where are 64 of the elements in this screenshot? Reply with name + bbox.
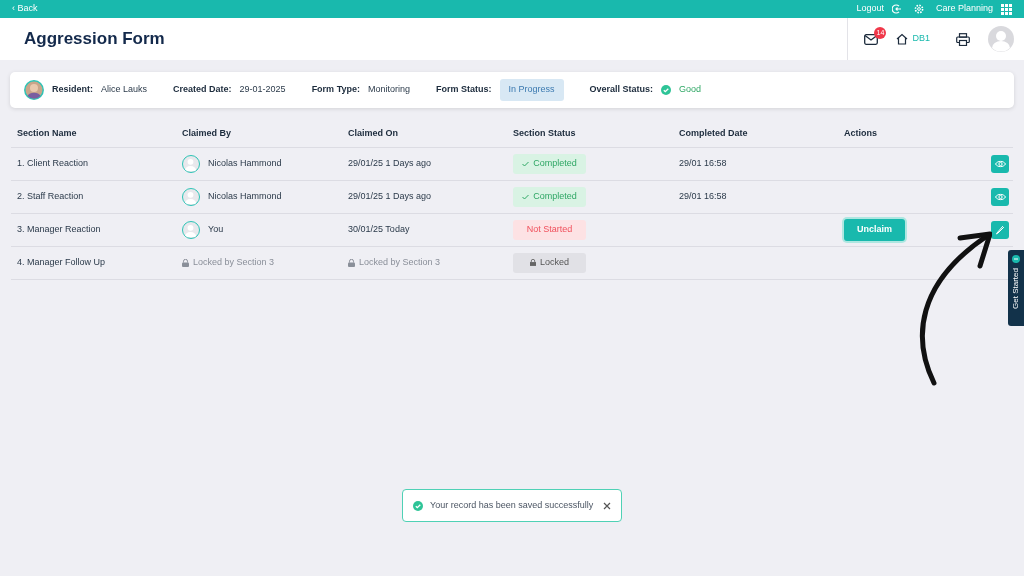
column-header: Completed Date [679,126,749,140]
unclaim-button[interactable]: Unclaim [844,219,905,241]
summary-value: Alice Lauks [101,83,148,97]
section-name: 1. Client Reaction [17,157,90,171]
column-header: Section Name [17,126,78,140]
summary-value: Good [679,83,702,97]
view-button[interactable] [991,155,1009,173]
status-badge: Completed [513,154,586,174]
user-avatar [182,188,200,206]
edit-button[interactable] [991,221,1009,239]
home-label[interactable]: DB1 [912,32,930,46]
user-avatar [182,221,200,239]
success-icon [413,500,423,511]
logout-icon[interactable] [891,4,902,14]
claimed-by: You [208,223,224,237]
user-avatar [182,155,200,173]
section-name: 2. Staff Reaction [17,190,85,204]
eye-icon [994,193,1006,201]
logout-link[interactable]: Logout [856,2,884,16]
claimed-by: Nicolas Hammond [208,190,282,204]
summary-label: Created Date: [173,83,232,97]
claimed-on: 30/01/25 Today [348,224,410,235]
status-badge: Completed [513,187,586,207]
settings-icon[interactable] [913,4,924,14]
claimed-on: 29/01/25 1 Days ago [348,191,432,202]
page-title: Aggression Form [24,28,165,50]
status-badge: Not Started [513,220,586,240]
column-header: Section Status [513,126,577,140]
apps-grid-icon[interactable] [1001,3,1012,15]
minus-icon [1012,255,1020,263]
back-link[interactable]: ‹ Back [12,2,38,16]
column-header: Claimed By [182,126,233,140]
toast-message: Your record has been saved successfully [430,498,594,512]
pencil-icon [995,225,1005,235]
completed-date: 29/01 16:58 [679,190,728,204]
claimed-on: Locked by Section 3 [359,256,441,270]
get-started-tab[interactable]: Get Started [1008,250,1024,326]
app-name[interactable]: Care Planning [935,2,993,16]
close-icon[interactable] [603,501,611,510]
lock-icon [182,259,189,267]
summary-value: Monitoring [367,83,410,97]
section-name: 4. Manager Follow Up [17,256,107,270]
column-header: Claimed On [348,126,399,140]
claimed-by: Nicolas Hammond [208,157,282,171]
profile-avatar[interactable] [988,26,1014,52]
section-name: 3. Manager Reaction [17,223,102,237]
check-icon [661,85,672,95]
summary-label: Overall Status: [589,83,654,97]
claimed-by: Locked by Section 3 [193,256,275,270]
summary-label: Form Status: [436,83,492,97]
print-icon[interactable] [956,32,970,46]
completed-date: 29/01 16:58 [679,157,728,171]
summary-label: Resident: [52,83,93,97]
summary-value: 29-01-2025 [239,83,286,97]
summary-label: Form Type: [311,83,360,97]
claimed-on: 29/01/25 1 Days ago [348,158,432,169]
view-button[interactable] [991,188,1009,206]
eye-icon [994,160,1006,168]
status-badge: Locked [513,253,586,273]
column-header: Actions [844,126,878,140]
status-pill: In Progress [499,79,564,101]
resident-avatar [24,80,44,100]
lock-icon [348,259,355,267]
home-icon[interactable] [896,33,909,45]
